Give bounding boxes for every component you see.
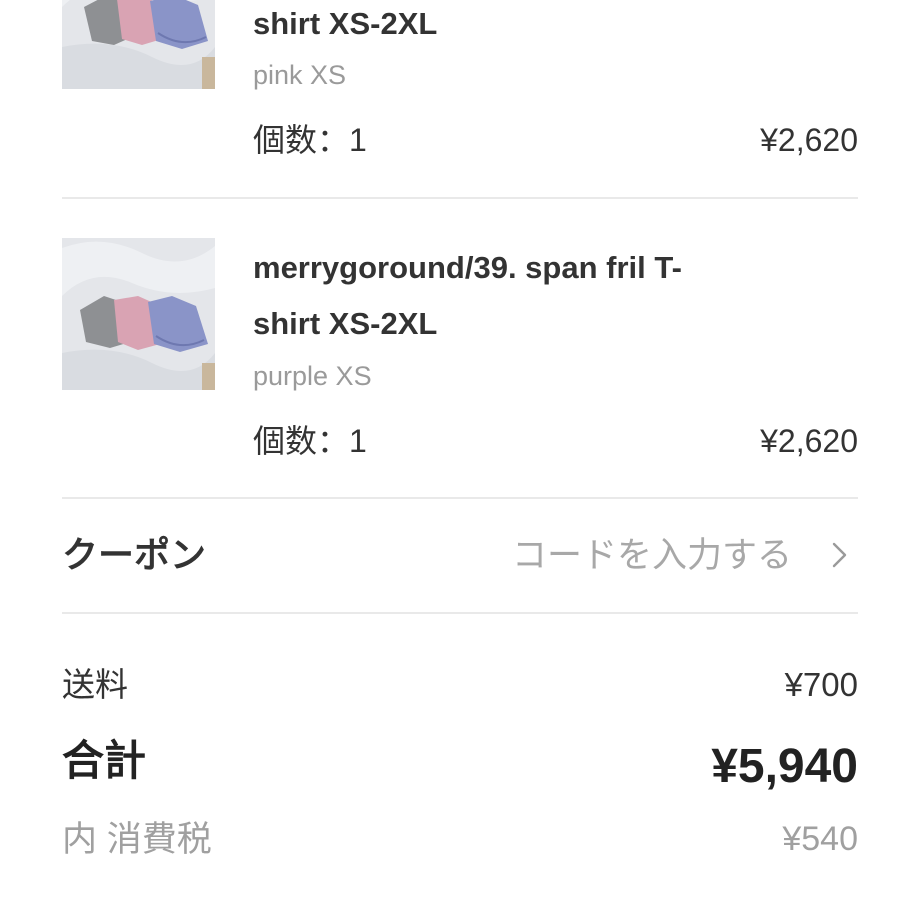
product-variant: purple XS xyxy=(253,361,372,391)
product-title-line[interactable]: merrygoround/39. span fril T- xyxy=(253,252,682,283)
shipping-label: 送料 xyxy=(62,666,128,703)
tax-label: 内 消費税 xyxy=(62,820,212,859)
chevron-right-icon[interactable] xyxy=(826,540,852,570)
product-price: ¥2,620 xyxy=(760,122,858,158)
coupon-label: クーポン xyxy=(62,534,207,575)
product-quantity: 個数：1 xyxy=(253,423,367,459)
divider xyxy=(62,612,858,614)
shipping-value: ¥700 xyxy=(784,666,858,703)
product-price: ¥2,620 xyxy=(760,423,858,459)
divider xyxy=(62,497,858,499)
divider xyxy=(62,197,858,199)
product-title-line[interactable]: shirt XS-2XL xyxy=(253,8,437,39)
product-title-line[interactable]: shirt XS-2XL xyxy=(253,308,437,339)
total-label: 合計 xyxy=(62,737,147,784)
coupon-row[interactable]: クーポン コードを入力する xyxy=(0,500,920,610)
product-image[interactable] xyxy=(62,0,215,89)
coupon-code-entry[interactable]: コードを入力する xyxy=(512,538,792,573)
product-image[interactable] xyxy=(62,238,215,390)
product-quantity: 個数：1 xyxy=(253,122,367,158)
product-photo xyxy=(62,0,215,89)
total-value: ¥5,940 xyxy=(711,740,858,793)
product-variant: pink XS xyxy=(253,60,347,90)
tax-value: ¥540 xyxy=(782,820,858,858)
product-photo xyxy=(62,238,215,390)
